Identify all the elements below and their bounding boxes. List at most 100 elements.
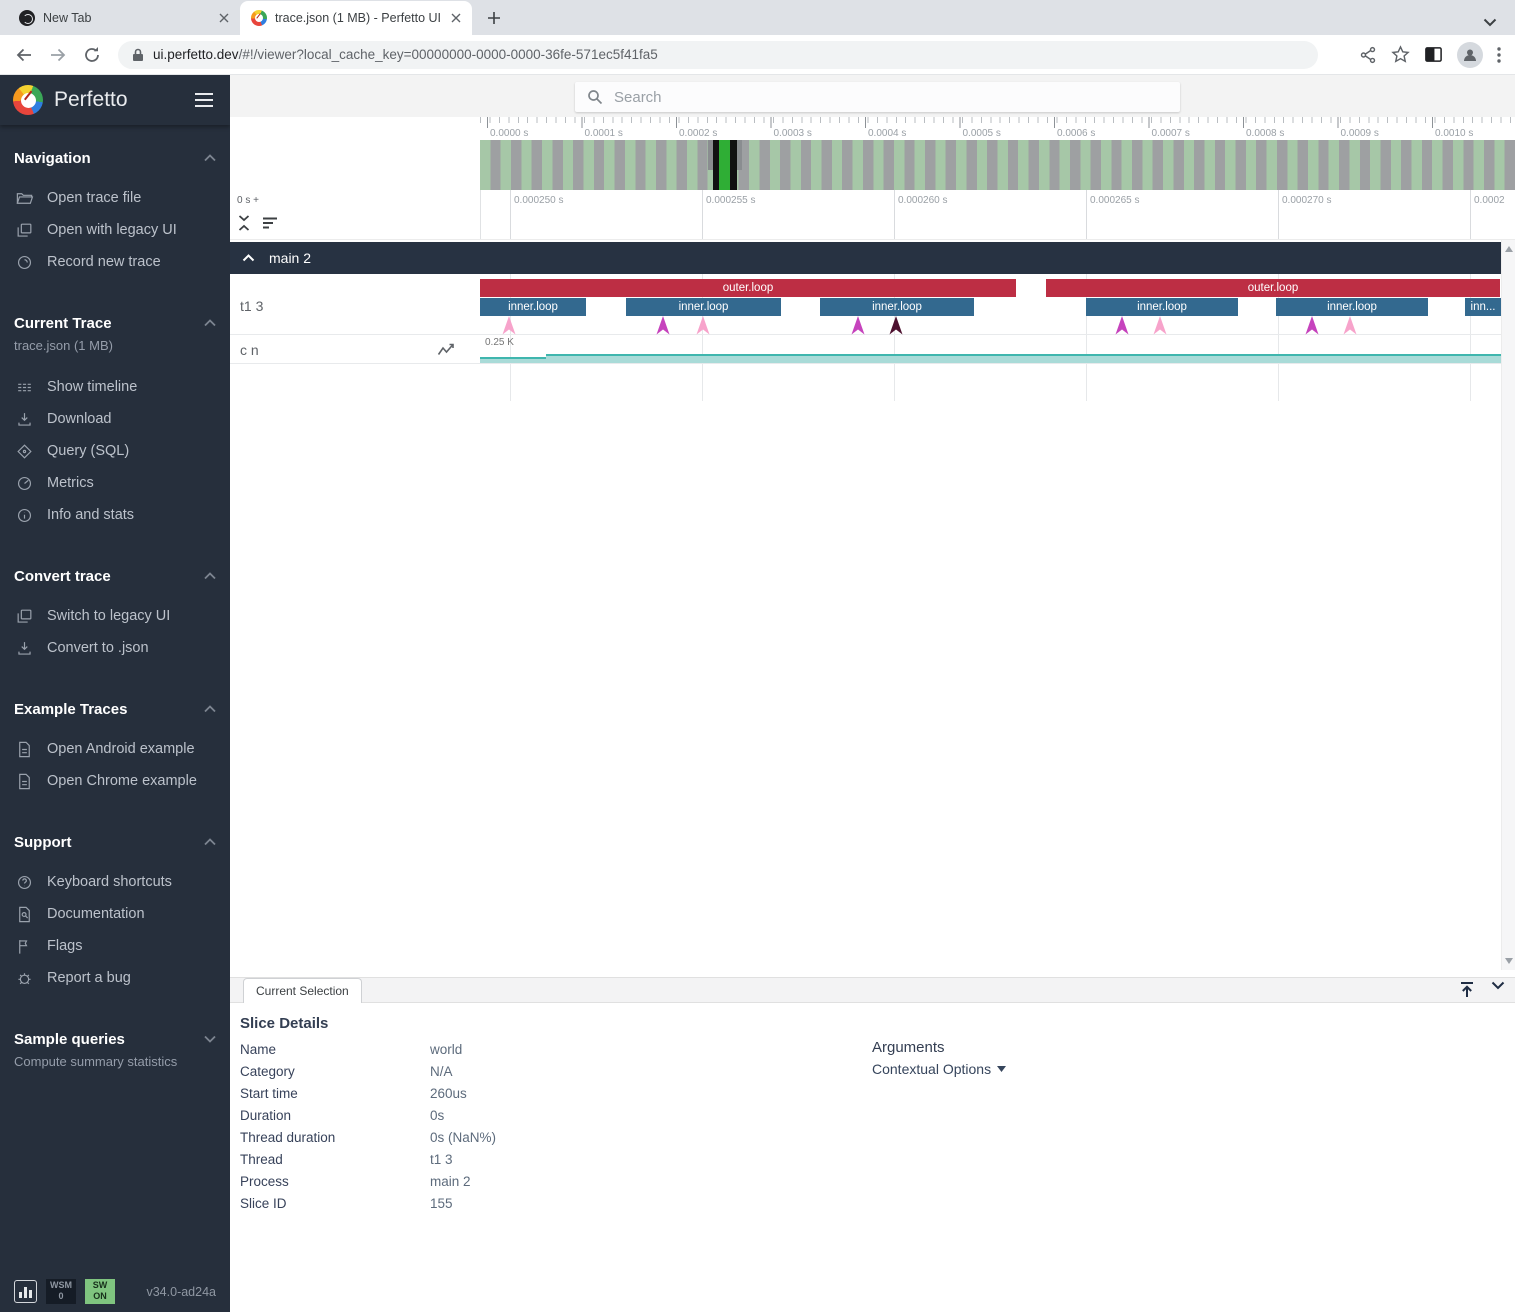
process-group-header[interactable]: main 2	[230, 242, 1501, 274]
search-input[interactable]: Search	[575, 82, 1180, 112]
sidebar-item-record-new-trace[interactable]: Record new trace	[0, 246, 230, 278]
sidebar-item-open-with-legacy-ui[interactable]: Open with legacy UI	[0, 214, 230, 246]
time-gridline: 0.000265 s	[1086, 190, 1087, 239]
detail-value: main 2	[430, 1174, 471, 1189]
browser-tab-newtab[interactable]: New Tab	[8, 1, 240, 35]
details-tab-bar: Current Selection	[230, 977, 1515, 1003]
slice-inner-loop[interactable]: inner.loop	[480, 298, 586, 316]
sidebar-item-convert-to-json[interactable]: Convert to .json	[0, 632, 230, 664]
browser-menu-icon[interactable]	[1497, 47, 1501, 63]
sidebar-item-show-timeline[interactable]: Show timeline	[0, 371, 230, 403]
instant-event-arrow-magenta[interactable]	[656, 316, 670, 335]
slice-details-heading: Slice Details	[240, 1015, 328, 1032]
time-marker-row: 0 s + 0.000250 s0.000255 s0.000260 s0.00…	[230, 190, 1515, 240]
instant-event-arrow-pink[interactable]	[502, 316, 516, 335]
menu-hamburger-icon[interactable]	[191, 89, 217, 112]
reload-icon[interactable]	[78, 41, 106, 69]
newtab-favicon-icon	[19, 10, 35, 26]
search-icon	[587, 89, 603, 105]
section-title[interactable]: Current Trace	[0, 312, 230, 334]
new-tab-button[interactable]	[480, 4, 508, 32]
sidebar-item-open-chrome-example[interactable]: Open Chrome example	[0, 765, 230, 797]
process-group-title: main 2	[269, 250, 311, 266]
ruler-tick-label: 0.0004 s	[868, 128, 906, 139]
instant-event-arrow-dark[interactable]	[889, 316, 903, 335]
url-bar[interactable]: ui.perfetto.dev/#!/viewer?local_cache_ke…	[118, 41, 1318, 69]
slice-inner-loop[interactable]: inner.loop	[820, 298, 974, 316]
detail-value: t1 3	[430, 1152, 453, 1167]
detail-label: Name	[240, 1042, 430, 1057]
sidebar-item-download[interactable]: Download	[0, 403, 230, 435]
instant-event-arrow-pink[interactable]	[1153, 316, 1167, 335]
instant-event-arrow-magenta[interactable]	[851, 316, 865, 335]
track-filter-icon[interactable]	[261, 216, 279, 230]
slice-outer-loop[interactable]: outer.loop	[480, 279, 1016, 297]
expand-panel-icon[interactable]	[1459, 981, 1475, 998]
scroll-down-icon[interactable]	[1505, 958, 1513, 964]
browser-tab-perfetto[interactable]: trace.json (1 MB) - Perfetto UI	[240, 1, 472, 35]
counter-value-band[interactable]	[546, 354, 1501, 363]
sidebar-item-documentation[interactable]: Documentation	[0, 898, 230, 930]
share-icon[interactable]	[1359, 46, 1377, 64]
slice-outer-loop[interactable]: outer.loop	[1046, 279, 1500, 297]
section-subtitle: Compute summary statistics	[0, 1050, 230, 1074]
viewport-region[interactable]	[730, 140, 737, 190]
sidebar-section-example-traces: Example Traces Open Android exampleOpen C…	[0, 698, 230, 797]
sidebar-item-switch-to-legacy-ui[interactable]: Switch to legacy UI	[0, 600, 230, 632]
document-icon	[15, 740, 34, 759]
section-title[interactable]: Navigation	[0, 147, 230, 169]
chevron-up-icon	[242, 254, 255, 262]
slice-inner-loop[interactable]: inner.loop	[626, 298, 781, 316]
instant-event-arrow-pink[interactable]	[696, 316, 710, 335]
scroll-up-icon[interactable]	[1505, 246, 1513, 252]
sidebar-item-keyboard-shortcuts[interactable]: Keyboard shortcuts	[0, 866, 230, 898]
side-panel-icon[interactable]	[1424, 45, 1443, 64]
ruler-tick-label: 0.0010 s	[1435, 128, 1473, 139]
hud-chart-icon[interactable]	[14, 1280, 37, 1303]
section-chevron-icon	[204, 572, 216, 580]
sidebar-section-navigation: Navigation Open trace fileOpen with legac…	[0, 147, 230, 278]
main-area: Search 0.0000 s0.0001 s0.0002 s0.0003 s0…	[230, 75, 1515, 1312]
sidebar-item-query-sql-[interactable]: Query (SQL)	[0, 435, 230, 467]
section-title[interactable]: Convert trace	[0, 565, 230, 587]
sidebar: Perfetto NavigationOpen trace fileOpen w…	[0, 75, 230, 1312]
sidebar-item-flags[interactable]: Flags	[0, 930, 230, 962]
profile-avatar[interactable]	[1457, 42, 1483, 68]
sidebar-item-report-a-bug[interactable]: Report a bug	[0, 962, 230, 994]
thread-track-row: t1 3 outer.loopouter.loopinner.loopinner…	[230, 274, 1501, 335]
section-title[interactable]: Sample queries	[0, 1028, 230, 1050]
tab-close-icon[interactable]	[448, 10, 464, 26]
time-marker-label: 0.000270 s	[1282, 195, 1332, 206]
instant-event-arrow-magenta[interactable]	[1305, 316, 1319, 335]
sidebar-item-metrics[interactable]: Metrics	[0, 467, 230, 499]
viewport-region[interactable]	[719, 140, 730, 190]
forward-icon[interactable]	[44, 41, 72, 69]
tab-close-icon[interactable]	[216, 10, 232, 26]
counter-value-band[interactable]	[480, 357, 546, 363]
slice-inner-loop[interactable]: inner.loop	[1086, 298, 1238, 316]
sidebar-item-info-and-stats[interactable]: Info and stats	[0, 499, 230, 531]
section-title[interactable]: Example Traces	[0, 698, 230, 720]
instant-event-arrow-pink[interactable]	[1343, 316, 1357, 335]
slice-inner-loop[interactable]: inner.loop	[1276, 298, 1428, 316]
collapse-tracks-icon[interactable]	[237, 214, 251, 232]
detail-label: Thread duration	[240, 1130, 430, 1145]
detail-row-process: Processmain 2	[240, 1174, 471, 1189]
slice-inner-loop[interactable]: inn...	[1465, 298, 1501, 316]
contextual-options-dropdown[interactable]: Contextual Options	[872, 1061, 1006, 1077]
back-icon[interactable]	[10, 41, 38, 69]
sidebar-item-open-trace-file[interactable]: Open trace file	[0, 182, 230, 214]
tab-list-chevron-icon[interactable]	[1483, 18, 1497, 27]
ruler-major-ticks	[487, 117, 1515, 128]
collapse-panel-chevron-icon[interactable]	[1491, 981, 1505, 998]
viewport-drag-handle[interactable]	[737, 140, 742, 170]
instant-event-arrow-magenta[interactable]	[1115, 316, 1129, 335]
section-chevron-icon	[204, 154, 216, 162]
timeline-minimap[interactable]	[230, 140, 1515, 190]
tab-current-selection[interactable]: Current Selection	[243, 978, 362, 1003]
bug-icon	[15, 969, 34, 988]
tracks-scrollbar[interactable]	[1501, 240, 1515, 970]
section-title[interactable]: Support	[0, 831, 230, 853]
sidebar-item-open-android-example[interactable]: Open Android example	[0, 733, 230, 765]
bookmark-star-icon[interactable]	[1391, 45, 1410, 64]
